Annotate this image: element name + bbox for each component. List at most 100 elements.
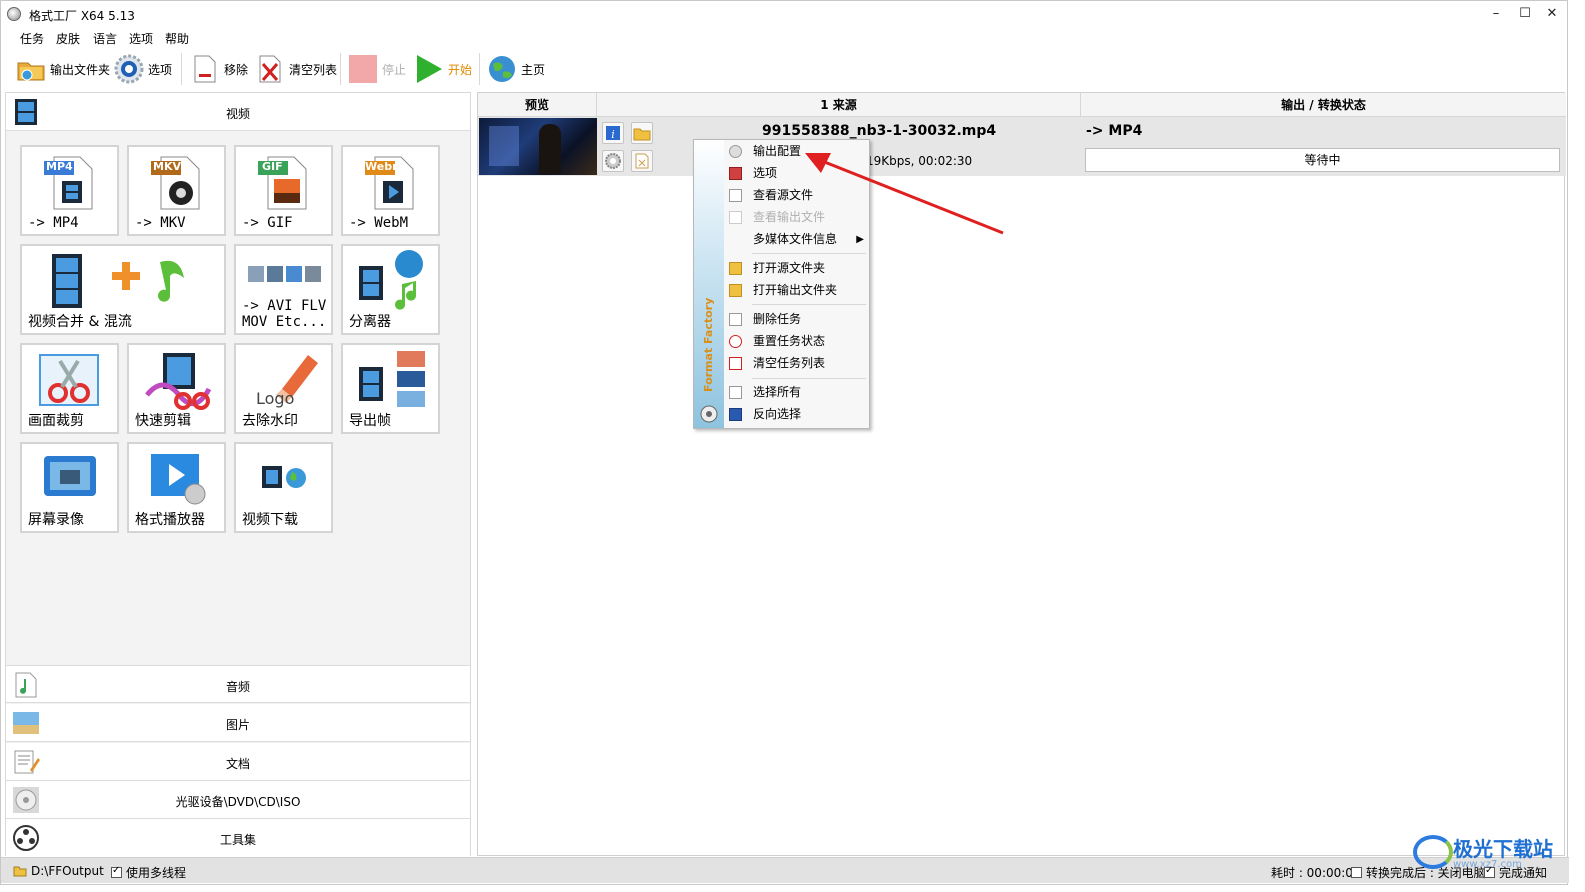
options-button[interactable]: 选项 — [114, 51, 172, 87]
menu-item-label: 打开输出文件夹 — [753, 283, 838, 297]
category-audio[interactable]: 音频 — [6, 665, 470, 703]
elapsed-time-text: 耗时 : 00:00:00 — [1271, 866, 1361, 880]
tile-quick-clip[interactable]: 快速剪辑 — [127, 343, 226, 434]
minimize-button[interactable]: – — [1483, 5, 1509, 23]
splitter-icon — [359, 250, 423, 310]
export-frames-icon — [359, 351, 425, 407]
open-folder-button[interactable] — [631, 122, 653, 144]
tile-to-webm[interactable]: Webm -> WebM — [341, 145, 440, 236]
app-logo-icon — [7, 7, 21, 21]
tile-screen-record[interactable]: 屏幕录像 — [20, 442, 119, 533]
webm-badge: Webm — [365, 160, 404, 173]
quick-clip-icon — [145, 353, 212, 410]
tile-video-download[interactable]: 视频下载 — [234, 442, 333, 533]
clip-icon — [635, 153, 649, 169]
output-settings-button[interactable] — [602, 150, 624, 172]
toolbar-divider — [340, 53, 341, 85]
menu-item-label: 重置任务状态 — [753, 334, 826, 348]
tile-to-mp4[interactable]: MP4 -> MP4 — [20, 145, 119, 236]
logo-text: Logo — [256, 389, 295, 408]
category-disc[interactable]: 光驱设备\DVD\CD\ISO — [6, 781, 470, 819]
menu-item-clear-list[interactable]: 清空任务列表 — [724, 353, 870, 374]
clear-list-icon — [729, 357, 742, 370]
media-info-button[interactable]: i — [602, 122, 624, 144]
window-title: 格式工厂 X64 5.13 — [29, 9, 135, 23]
close-button[interactable]: ✕ — [1539, 5, 1565, 23]
watermark-url: www.xz7.com — [1453, 859, 1522, 870]
clip-button[interactable] — [631, 150, 653, 172]
category-picture-label: 图片 — [225, 718, 250, 732]
menu-item-open-source-folder[interactable]: 打开源文件夹 — [724, 258, 870, 279]
menu-separator — [752, 304, 866, 305]
tile-video-merge[interactable]: 视频合并 & 混流 — [20, 244, 226, 335]
multithread-checkbox[interactable] — [111, 865, 122, 878]
tile-export-frames[interactable]: 导出帧 — [341, 343, 440, 434]
tile-label: 导出帧 — [349, 413, 391, 429]
crop-scissors-icon — [39, 354, 99, 406]
output-folder-label: 输出文件夹 — [50, 62, 111, 77]
folder-icon — [13, 866, 27, 877]
clear-list-button[interactable]: 清空列表 — [255, 51, 337, 87]
tile-label: 视频合并 & 混流 — [28, 314, 132, 330]
format-strip-icon — [248, 266, 321, 282]
after-done-checkbox[interactable] — [1351, 867, 1362, 878]
format-factory-brand: Format Factory — [702, 297, 715, 393]
menu-help[interactable]: 帮助 — [165, 30, 189, 47]
remove-button[interactable]: 移除 — [190, 51, 248, 87]
select-all-icon — [729, 386, 742, 399]
reset-icon — [729, 335, 742, 348]
menu-item-invert-selection[interactable]: 反向选择 — [724, 404, 870, 425]
document-remove-icon — [729, 313, 742, 326]
stop-button[interactable]: 停止 — [348, 51, 406, 87]
tile-crop[interactable]: 画面裁剪 — [20, 343, 119, 434]
folder-icon — [729, 284, 742, 297]
tile-label: 画面裁剪 — [28, 413, 84, 429]
source-filename: 991558388_nb3-1-30032.mp4 — [762, 123, 997, 139]
tile-label: -> MP4 — [28, 215, 79, 231]
output-path-text: D:\FFOutput — [31, 864, 104, 878]
tile-label: 快速剪辑 — [135, 413, 191, 429]
column-header-preview[interactable]: 预览 — [478, 93, 597, 117]
tile-to-other-formats[interactable]: -> AVI FLV MOV Etc... — [234, 244, 333, 335]
start-button[interactable]: 开始 — [414, 51, 472, 87]
maximize-button[interactable]: ☐ — [1512, 5, 1538, 23]
menu-language[interactable]: 语言 — [93, 30, 117, 47]
menu-skin[interactable]: 皮肤 — [56, 30, 80, 47]
tile-splitter[interactable]: 分离器 — [341, 244, 440, 335]
gear-icon — [605, 153, 621, 169]
menu-options[interactable]: 选项 — [129, 30, 153, 47]
output-path[interactable]: D:\FFOutput — [13, 864, 104, 878]
annotation-arrow-icon — [805, 153, 1004, 235]
output-folder-button[interactable]: 输出文件夹 — [16, 51, 110, 87]
tile-to-gif[interactable]: GIF -> GIF — [234, 145, 333, 236]
player-icon — [151, 454, 206, 505]
tile-label: 格式播放器 — [135, 512, 205, 528]
watermark-logo-icon — [1413, 835, 1453, 869]
file-icon — [729, 211, 742, 224]
tile-remove-watermark[interactable]: Logo 去除水印 — [234, 343, 333, 434]
watermark-text: 极光下载站 — [1453, 837, 1553, 861]
category-video[interactable]: 视频 — [6, 93, 470, 131]
elapsed-time: 耗时 : 00:00:00 — [1271, 864, 1361, 881]
category-panel: 视频 MP4 -> MP4 MKV -> MKV GIF -> GIF Webm… — [5, 92, 471, 857]
multithread-toggle[interactable]: 使用多线程 — [111, 864, 186, 881]
tile-to-mkv[interactable]: MKV -> MKV — [127, 145, 226, 236]
stop-icon — [349, 55, 377, 83]
task-list: 预览 1 来源 输出 / 转换状态 i 991558388_nb3-1-3003… — [477, 92, 1566, 856]
home-button[interactable]: 主页 — [487, 51, 545, 87]
category-document[interactable]: 文档 — [6, 743, 470, 781]
output-format: -> MP4 — [1086, 123, 1143, 139]
category-tools[interactable]: 工具集 — [6, 819, 470, 857]
column-header-output[interactable]: 输出 / 转换状态 — [1081, 93, 1566, 117]
column-header-source[interactable]: 1 来源 — [597, 93, 1081, 117]
menu-item-delete-task[interactable]: 删除任务 — [724, 309, 870, 330]
category-picture[interactable]: 图片 — [6, 704, 470, 742]
video-download-icon — [262, 466, 306, 488]
menu-item-select-all[interactable]: 选择所有 — [724, 382, 870, 403]
menu-task[interactable]: 任务 — [20, 30, 44, 47]
mkv-badge: MKV — [153, 160, 181, 173]
task-row[interactable]: i 991558388_nb3-1-30032.mp4 19Kbps, 00:0… — [478, 117, 1566, 176]
tile-format-player[interactable]: 格式播放器 — [127, 442, 226, 533]
menu-item-reset-status[interactable]: 重置任务状态 — [724, 331, 870, 352]
menu-item-open-output-folder[interactable]: 打开输出文件夹 — [724, 280, 870, 301]
